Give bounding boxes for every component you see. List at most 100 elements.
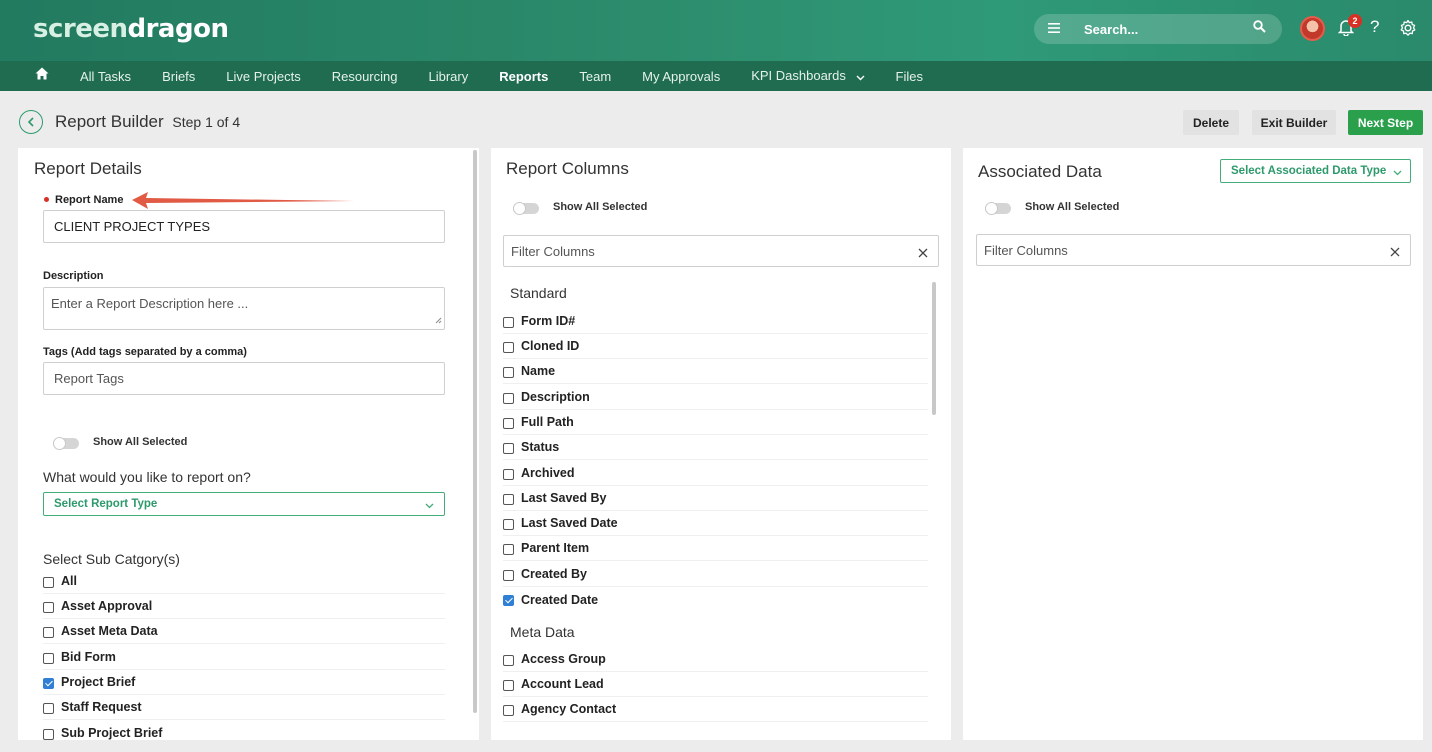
subcategory-row[interactable]: Sub Project Brief bbox=[43, 721, 445, 740]
checkbox[interactable] bbox=[503, 493, 514, 505]
column-row[interactable]: Archived bbox=[503, 461, 928, 486]
column-row[interactable]: Full Path bbox=[503, 410, 928, 435]
column-label: Full Path bbox=[521, 415, 574, 429]
checkbox[interactable] bbox=[503, 704, 514, 716]
nav-reports[interactable]: Reports bbox=[499, 69, 548, 84]
checkbox[interactable] bbox=[503, 518, 514, 530]
help-icon[interactable]: ? bbox=[1370, 17, 1379, 37]
nav-library[interactable]: Library bbox=[428, 69, 468, 84]
nav-kpi-dashboards[interactable]: KPI Dashboards bbox=[751, 68, 864, 84]
column-row[interactable]: Last Saved Date bbox=[503, 511, 928, 536]
back-circle-icon[interactable] bbox=[19, 110, 43, 134]
next-step-button[interactable]: Next Step bbox=[1348, 110, 1423, 135]
filter-columns-placeholder: Filter Columns bbox=[984, 242, 1068, 258]
report-type-select[interactable]: Select Report Type bbox=[43, 492, 445, 516]
associated-data-title: Associated Data bbox=[978, 162, 1102, 181]
subcategory-row[interactable]: All bbox=[43, 569, 445, 594]
checkbox[interactable] bbox=[503, 569, 514, 581]
subcategory-row[interactable]: Staff Request bbox=[43, 695, 445, 720]
notification-badge: 2 bbox=[1348, 14, 1362, 28]
description-textarea[interactable]: Enter a Report Description here ... bbox=[43, 287, 445, 330]
subcategory-row[interactable]: Bid Form bbox=[43, 645, 445, 670]
checkbox[interactable] bbox=[503, 442, 514, 454]
checkbox[interactable] bbox=[503, 366, 514, 378]
tags-input[interactable]: Report Tags bbox=[43, 362, 445, 395]
checkbox[interactable] bbox=[503, 679, 514, 691]
checkbox[interactable] bbox=[503, 341, 514, 353]
exit-builder-button[interactable]: Exit Builder bbox=[1252, 110, 1336, 135]
checkbox-checked[interactable] bbox=[43, 677, 54, 689]
subcategory-label: All bbox=[61, 574, 77, 588]
show-all-selected-toggle[interactable] bbox=[513, 202, 539, 215]
filter-columns-input[interactable]: Filter Columns bbox=[503, 235, 939, 267]
search-icon[interactable] bbox=[1253, 20, 1266, 38]
chevron-down-icon bbox=[425, 500, 434, 512]
checkbox[interactable] bbox=[503, 316, 514, 328]
app-logo[interactable]: screendragon bbox=[33, 14, 229, 44]
checkbox[interactable] bbox=[43, 626, 54, 638]
global-search[interactable]: Search... bbox=[1034, 14, 1282, 44]
column-row[interactable]: Created By bbox=[503, 562, 928, 587]
close-icon[interactable] bbox=[1390, 245, 1400, 260]
associated-data-type-select[interactable]: Select Associated Data Type bbox=[1220, 159, 1411, 183]
checkbox[interactable] bbox=[503, 543, 514, 555]
column-row[interactable]: Agency Contact bbox=[503, 697, 928, 722]
checkbox[interactable] bbox=[43, 702, 54, 714]
gear-icon[interactable] bbox=[1399, 19, 1417, 42]
filter-columns-placeholder: Filter Columns bbox=[511, 243, 595, 259]
resize-handle-icon[interactable] bbox=[435, 312, 442, 327]
column-row[interactable]: Name bbox=[503, 359, 928, 384]
checkbox[interactable] bbox=[503, 417, 514, 429]
report-on-question: What would you like to report on? bbox=[43, 469, 251, 485]
column-row[interactable]: Access Group bbox=[503, 647, 928, 672]
checkbox[interactable] bbox=[43, 728, 54, 740]
tags-label: Tags (Add tags separated by a comma) bbox=[43, 346, 247, 358]
nav-briefs[interactable]: Briefs bbox=[162, 69, 195, 84]
column-row[interactable]: Account Lead bbox=[503, 672, 928, 697]
checkbox[interactable] bbox=[503, 654, 514, 666]
checkbox[interactable] bbox=[43, 652, 54, 664]
checkbox[interactable] bbox=[503, 468, 514, 480]
column-row[interactable]: Last Saved By bbox=[503, 486, 928, 511]
subcategory-row[interactable]: Asset Approval bbox=[43, 594, 445, 619]
columns-scrollbar[interactable] bbox=[932, 282, 936, 415]
menu-icon[interactable] bbox=[1048, 21, 1064, 37]
checkbox[interactable] bbox=[43, 601, 54, 613]
checkbox[interactable] bbox=[43, 576, 54, 588]
checkbox[interactable] bbox=[503, 392, 514, 404]
column-label: Parent Item bbox=[521, 541, 590, 555]
nav-resourcing[interactable]: Resourcing bbox=[332, 69, 398, 84]
user-avatar[interactable] bbox=[1300, 16, 1325, 41]
column-row[interactable]: Description bbox=[503, 385, 928, 410]
nav-team[interactable]: Team bbox=[579, 69, 611, 84]
column-label: Created Date bbox=[521, 592, 599, 607]
home-icon[interactable] bbox=[35, 67, 49, 85]
column-row[interactable]: Form ID# bbox=[503, 309, 928, 334]
filter-columns-input[interactable]: Filter Columns bbox=[976, 234, 1411, 266]
delete-button[interactable]: Delete bbox=[1183, 110, 1239, 135]
subcategory-row[interactable]: Asset Meta Data bbox=[43, 619, 445, 644]
nav-all-tasks[interactable]: All Tasks bbox=[80, 69, 131, 84]
column-row[interactable]: Parent Item bbox=[503, 536, 928, 561]
nav-files[interactable]: Files bbox=[896, 69, 923, 84]
close-icon[interactable] bbox=[918, 246, 928, 261]
column-label: Description bbox=[521, 390, 590, 404]
subcategory-label: Project Brief bbox=[61, 675, 136, 689]
column-label: Access Group bbox=[521, 652, 606, 666]
show-all-selected-label: Show All Selected bbox=[1025, 201, 1120, 213]
column-row[interactable]: Cloned ID bbox=[503, 334, 928, 359]
nav-live-projects[interactable]: Live Projects bbox=[226, 69, 300, 84]
panel-scrollbar[interactable] bbox=[473, 150, 477, 713]
column-row[interactable]: Created Date bbox=[503, 587, 928, 612]
checkbox-checked[interactable] bbox=[503, 595, 514, 606]
subcategory-row[interactable]: Project Brief bbox=[43, 670, 445, 695]
subcategory-label: Bid Form bbox=[61, 650, 116, 664]
show-all-selected-toggle[interactable] bbox=[53, 437, 79, 450]
show-all-selected-toggle[interactable] bbox=[985, 202, 1011, 215]
report-details-panel: Report Details Report Name CLIENT PROJEC… bbox=[18, 148, 479, 740]
nav-my-approvals[interactable]: My Approvals bbox=[642, 69, 720, 84]
report-name-label: Report Name bbox=[44, 194, 123, 206]
report-type-select-label: Select Report Type bbox=[54, 498, 158, 510]
column-row[interactable]: Status bbox=[503, 435, 928, 460]
report-name-input[interactable]: CLIENT PROJECT TYPES bbox=[43, 210, 445, 243]
